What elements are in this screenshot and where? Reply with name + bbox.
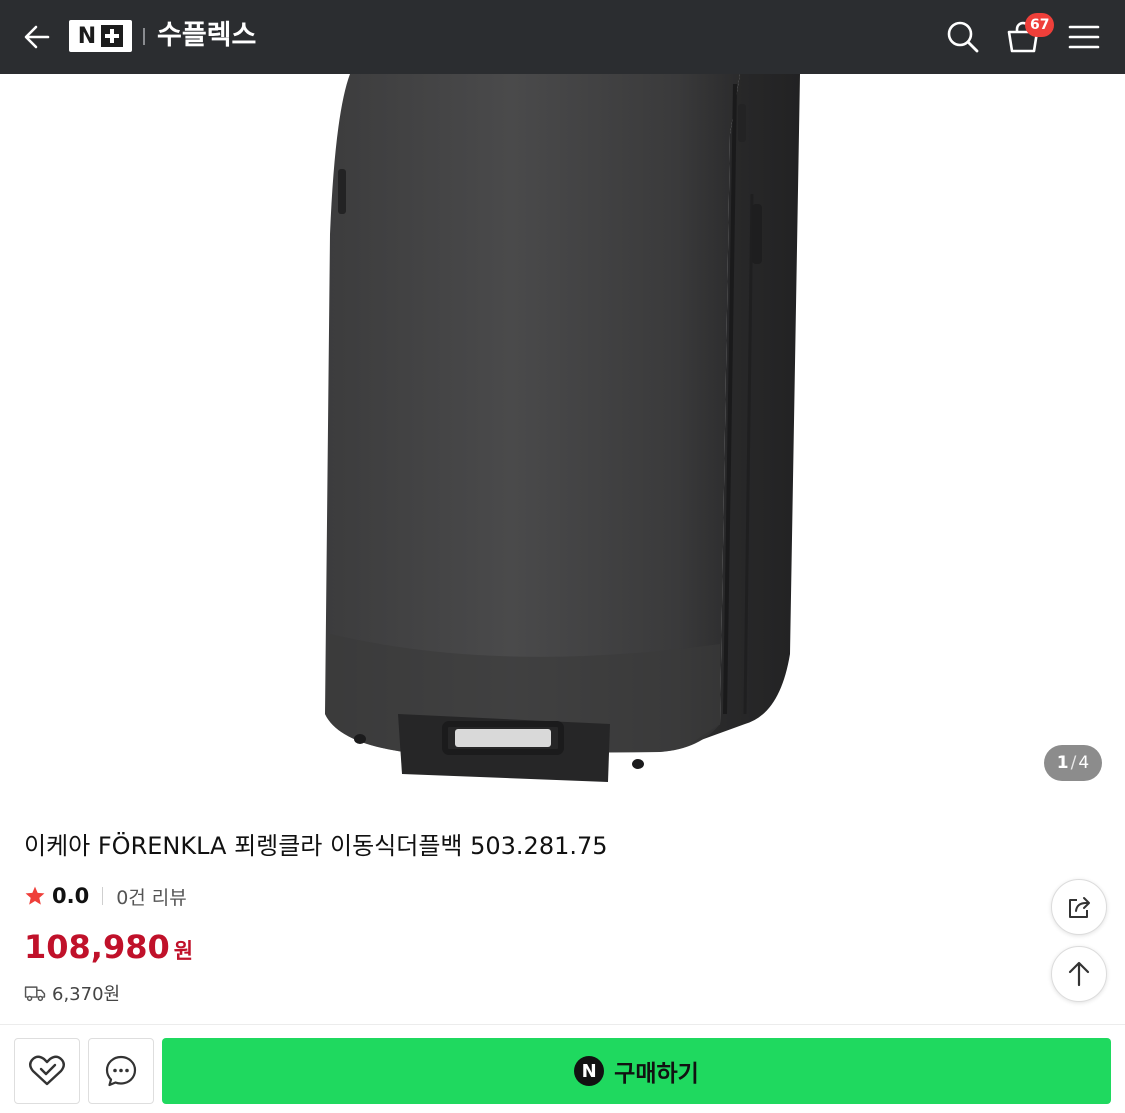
- wishlist-button[interactable]: [14, 1038, 80, 1104]
- arrow-up-icon: [1068, 961, 1090, 987]
- shipping-row: 6,370원: [24, 980, 120, 1006]
- logo-letter: N: [77, 23, 98, 49]
- buy-label: 구매하기: [614, 1061, 699, 1087]
- rating-divider: [102, 887, 104, 905]
- cart-count-badge: 67: [1025, 13, 1055, 37]
- talk-chat-button[interactable]: [88, 1038, 154, 1104]
- logo-divider: [143, 28, 145, 45]
- price-value: 108,980: [24, 928, 170, 966]
- rating-row[interactable]: 0.0 0건 리뷰: [24, 880, 187, 912]
- plus-icon: [101, 25, 124, 47]
- chat-bubble-icon: [105, 1055, 137, 1087]
- back-button[interactable]: [14, 14, 60, 60]
- search-button[interactable]: [939, 14, 987, 60]
- product-image-gallery[interactable]: [0, 74, 1125, 796]
- hamburger-menu-icon: [1068, 25, 1100, 49]
- store-name[interactable]: 수플렉스: [157, 17, 256, 55]
- scroll-top-button[interactable]: [1051, 946, 1107, 1002]
- product-photo: [325, 74, 800, 782]
- top-header: N 수플렉스 67: [0, 0, 1125, 74]
- truck-icon: [24, 986, 46, 1002]
- current-page: 1: [1056, 753, 1069, 773]
- search-icon: [947, 21, 979, 53]
- back-arrow-icon: [24, 25, 50, 49]
- share-icon: [1069, 897, 1090, 918]
- image-page-indicator: 1/4: [1044, 745, 1102, 781]
- total-pages: 4: [1078, 753, 1090, 773]
- share-button[interactable]: [1051, 879, 1107, 935]
- product-title: 이케아 FÖRENKLA 푀렝클라 이동식더플백 503.281.75: [24, 832, 608, 860]
- star-icon: [25, 886, 45, 905]
- price-row: 108,980 원: [24, 928, 193, 966]
- shipping-fee: 6,370원: [52, 984, 121, 1005]
- review-count[interactable]: 0건 리뷰: [116, 883, 187, 910]
- heart-check-icon: [29, 1055, 65, 1086]
- naver-plus-logo[interactable]: N: [69, 20, 132, 52]
- menu-button[interactable]: [1060, 14, 1108, 60]
- naver-pay-icon: N: [574, 1056, 605, 1086]
- rating-value: 0.0: [52, 884, 90, 908]
- page-separator: /: [1070, 753, 1077, 773]
- buy-now-button[interactable]: N 구매하기: [162, 1038, 1111, 1104]
- price-currency: 원: [173, 939, 194, 963]
